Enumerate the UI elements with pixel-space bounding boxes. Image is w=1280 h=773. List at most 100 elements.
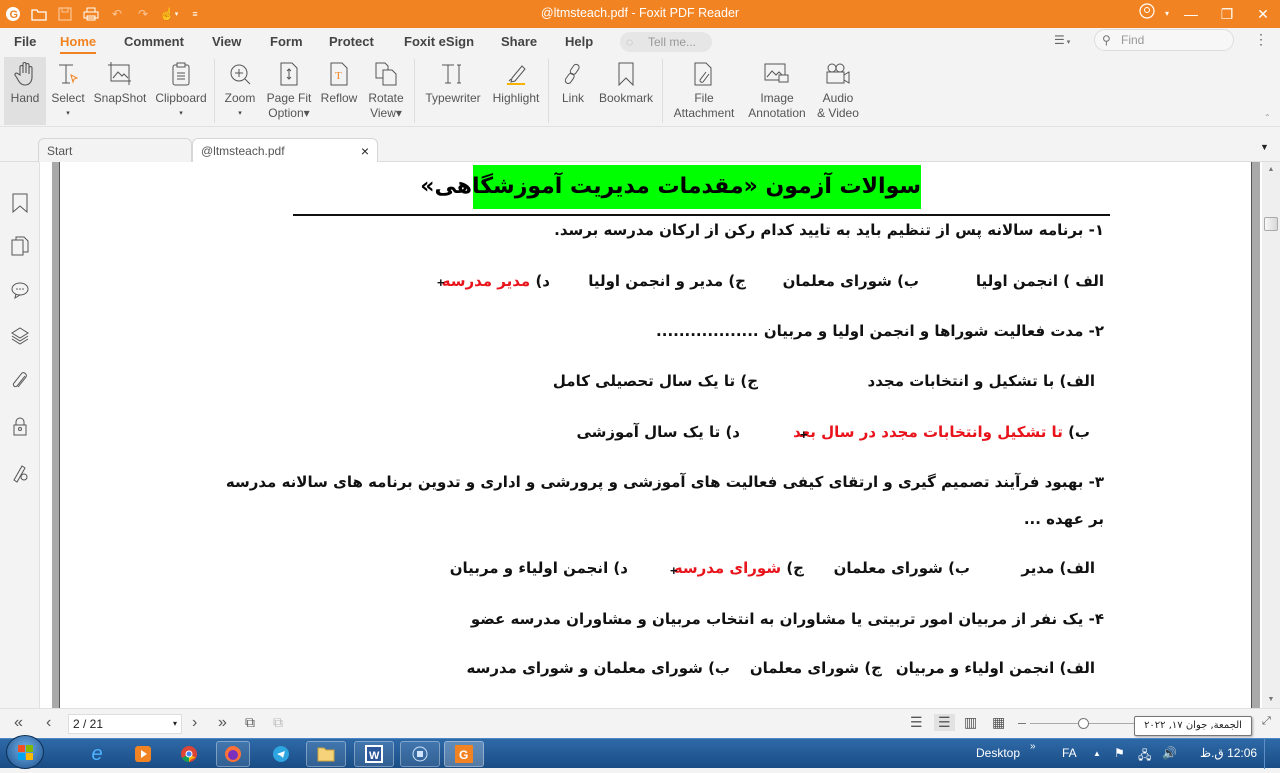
signature-panel-icon[interactable]: [10, 462, 30, 484]
q2-option-c: ج) تا یک سال تحصیلی کامل: [552, 372, 758, 390]
attachments-panel-icon[interactable]: [10, 370, 30, 392]
hand-tool-button[interactable]: Hand: [4, 57, 46, 125]
desktop-toolbar[interactable]: Desktop: [976, 746, 1020, 760]
continuous-view-icon[interactable]: ☰: [934, 714, 955, 731]
menu-share[interactable]: Share: [501, 34, 537, 49]
q3-option-a: الف) مدیر: [1021, 559, 1095, 577]
zoom-slider[interactable]: [1030, 718, 1150, 729]
tab-start[interactable]: Start: [38, 138, 192, 162]
page-border-right: [1251, 162, 1260, 708]
select-tool-button[interactable]: Select ▾: [48, 57, 88, 125]
typewriter-icon: [422, 57, 484, 91]
lightbulb-icon: ◌: [626, 35, 634, 49]
tab-list-dropdown-icon[interactable]: ▼: [1260, 142, 1276, 158]
continuous-facing-view-icon[interactable]: ▦: [992, 714, 1005, 731]
next-page-button[interactable]: ›: [192, 714, 197, 732]
scrollbar-thumb[interactable]: [1264, 217, 1278, 231]
system-clock[interactable]: 12:06 ق.ظ: [1200, 746, 1257, 760]
collapse-ribbon-icon[interactable]: ⌃: [1264, 113, 1271, 122]
q1-option-a: الف ) انجمن اولیا: [975, 272, 1104, 290]
menu-help[interactable]: Help: [565, 34, 593, 49]
taskbar-telegram[interactable]: [264, 741, 298, 767]
tell-me-input[interactable]: ◌ Tell me...: [620, 32, 712, 52]
menu-file[interactable]: File: [14, 34, 36, 49]
zoom-out-icon[interactable]: [1018, 723, 1026, 724]
link-button[interactable]: Link: [556, 57, 590, 125]
file-attachment-button[interactable]: File Attachment: [668, 57, 740, 125]
page-dropdown-icon[interactable]: ▾: [173, 715, 177, 733]
date-tooltip: الجمعة, جوان ١٧, ٢٠٢٢: [1134, 716, 1252, 736]
pages-panel-icon[interactable]: [10, 235, 30, 257]
menu-form[interactable]: Form: [270, 34, 303, 49]
start-button[interactable]: [6, 735, 44, 769]
action-center-flag-icon[interactable]: ⚑: [1114, 746, 1125, 760]
next-view-icon[interactable]: ⧉: [273, 714, 283, 731]
zoom-slider-handle[interactable]: [1078, 718, 1089, 729]
reflow-button[interactable]: T Reflow: [318, 57, 360, 125]
question-1-text: ۱- برنامه سالانه پس از تنظیم باید به تای…: [554, 221, 1104, 239]
taskbar-foxit-reader[interactable]: G: [444, 741, 484, 767]
menu-comment[interactable]: Comment: [124, 34, 184, 49]
facing-view-icon[interactable]: ▥: [964, 714, 977, 731]
toolbar-expand-icon[interactable]: »: [1030, 741, 1036, 752]
menu-view[interactable]: View: [212, 34, 241, 49]
close-window-button[interactable]: ✕: [1248, 3, 1278, 25]
previous-page-button[interactable]: ‹: [46, 714, 51, 732]
ribbon-divider: [662, 59, 663, 123]
clipboard-icon: [154, 57, 208, 91]
previous-view-icon[interactable]: ⧉: [245, 714, 255, 731]
close-tab-icon[interactable]: ×: [361, 143, 369, 159]
clipboard-tool-button[interactable]: Clipboard ▾: [154, 57, 208, 125]
last-page-button[interactable]: »: [218, 714, 227, 732]
image-annotation-button[interactable]: Image Annotation: [744, 57, 810, 125]
single-page-view-icon[interactable]: ☰: [910, 714, 923, 731]
page-number-input[interactable]: 2 / 21 ▾: [68, 714, 182, 734]
bookmark-button[interactable]: Bookmark: [596, 57, 656, 125]
network-icon[interactable]: 🖧: [1138, 746, 1151, 767]
menu-foxit-esign[interactable]: Foxit eSign: [404, 34, 474, 49]
security-panel-icon[interactable]: [10, 415, 30, 437]
first-page-button[interactable]: «: [14, 714, 23, 732]
snapshot-tool-button[interactable]: SnapShot: [92, 57, 148, 125]
page-fit-option-button[interactable]: Page Fit Option▾: [264, 57, 314, 125]
menu-protect[interactable]: Protect: [329, 34, 374, 49]
taskbar-screen-recorder[interactable]: [400, 741, 440, 767]
taskbar-media-player[interactable]: [126, 741, 160, 767]
pdf-page: سوالات آزمون «مقدمات مدیریت آموزشگاهی» ۱…: [100, 162, 1250, 708]
menu-home[interactable]: Home: [60, 34, 97, 54]
taskbar-file-explorer[interactable]: [306, 741, 346, 767]
media-player-icon: [135, 746, 151, 762]
ribbon-divider: [414, 59, 415, 123]
document-viewer[interactable]: سوالات آزمون «مقدمات مدیریت آموزشگاهی» ۱…: [40, 162, 1262, 708]
rotate-view-button[interactable]: Rotate View▾: [364, 57, 408, 125]
page-fit-icon: [264, 57, 314, 91]
restore-button[interactable]: ❐: [1212, 3, 1242, 25]
show-hidden-icons[interactable]: ▲: [1093, 749, 1101, 758]
vertical-scrollbar[interactable]: ▲ ▼: [1262, 162, 1280, 708]
show-desktop-button[interactable]: [1264, 739, 1280, 769]
scroll-up-arrow[interactable]: ▲: [1264, 166, 1278, 174]
taskbar-word[interactable]: W: [354, 741, 394, 767]
answer-marker: +: [800, 427, 808, 442]
volume-icon[interactable]: 🔊: [1162, 746, 1177, 760]
highlight-button[interactable]: Highlight: [488, 57, 544, 125]
comments-panel-icon[interactable]: [10, 279, 30, 301]
taskbar-internet-explorer[interactable]: e: [80, 741, 114, 767]
audio-video-button[interactable]: Audio & Video: [812, 57, 864, 125]
typewriter-button[interactable]: Typewriter: [422, 57, 484, 125]
ribbon-divider: [548, 59, 549, 123]
minimize-button[interactable]: —: [1176, 3, 1206, 25]
layers-panel-icon[interactable]: [10, 325, 30, 347]
taskbar-chrome[interactable]: [172, 741, 206, 767]
more-options-icon[interactable]: ⋮: [1254, 31, 1268, 48]
search-options-icon[interactable]: ☰ ▾: [1054, 33, 1070, 47]
language-indicator[interactable]: FA: [1062, 746, 1077, 760]
scroll-down-arrow[interactable]: ▼: [1264, 696, 1278, 704]
find-input[interactable]: ⚲ Find: [1094, 29, 1234, 51]
tab-document[interactable]: @ltmsteach.pdf ×: [192, 138, 378, 162]
bookmarks-panel-icon[interactable]: [10, 192, 30, 214]
taskbar-firefox[interactable]: [216, 741, 250, 767]
zoom-tool-button[interactable]: Zoom ▾: [220, 57, 260, 125]
fullscreen-icon[interactable]: ⤢: [1262, 715, 1271, 728]
q4-option-a: الف) انجمن اولیاء و مربیان: [895, 659, 1095, 677]
